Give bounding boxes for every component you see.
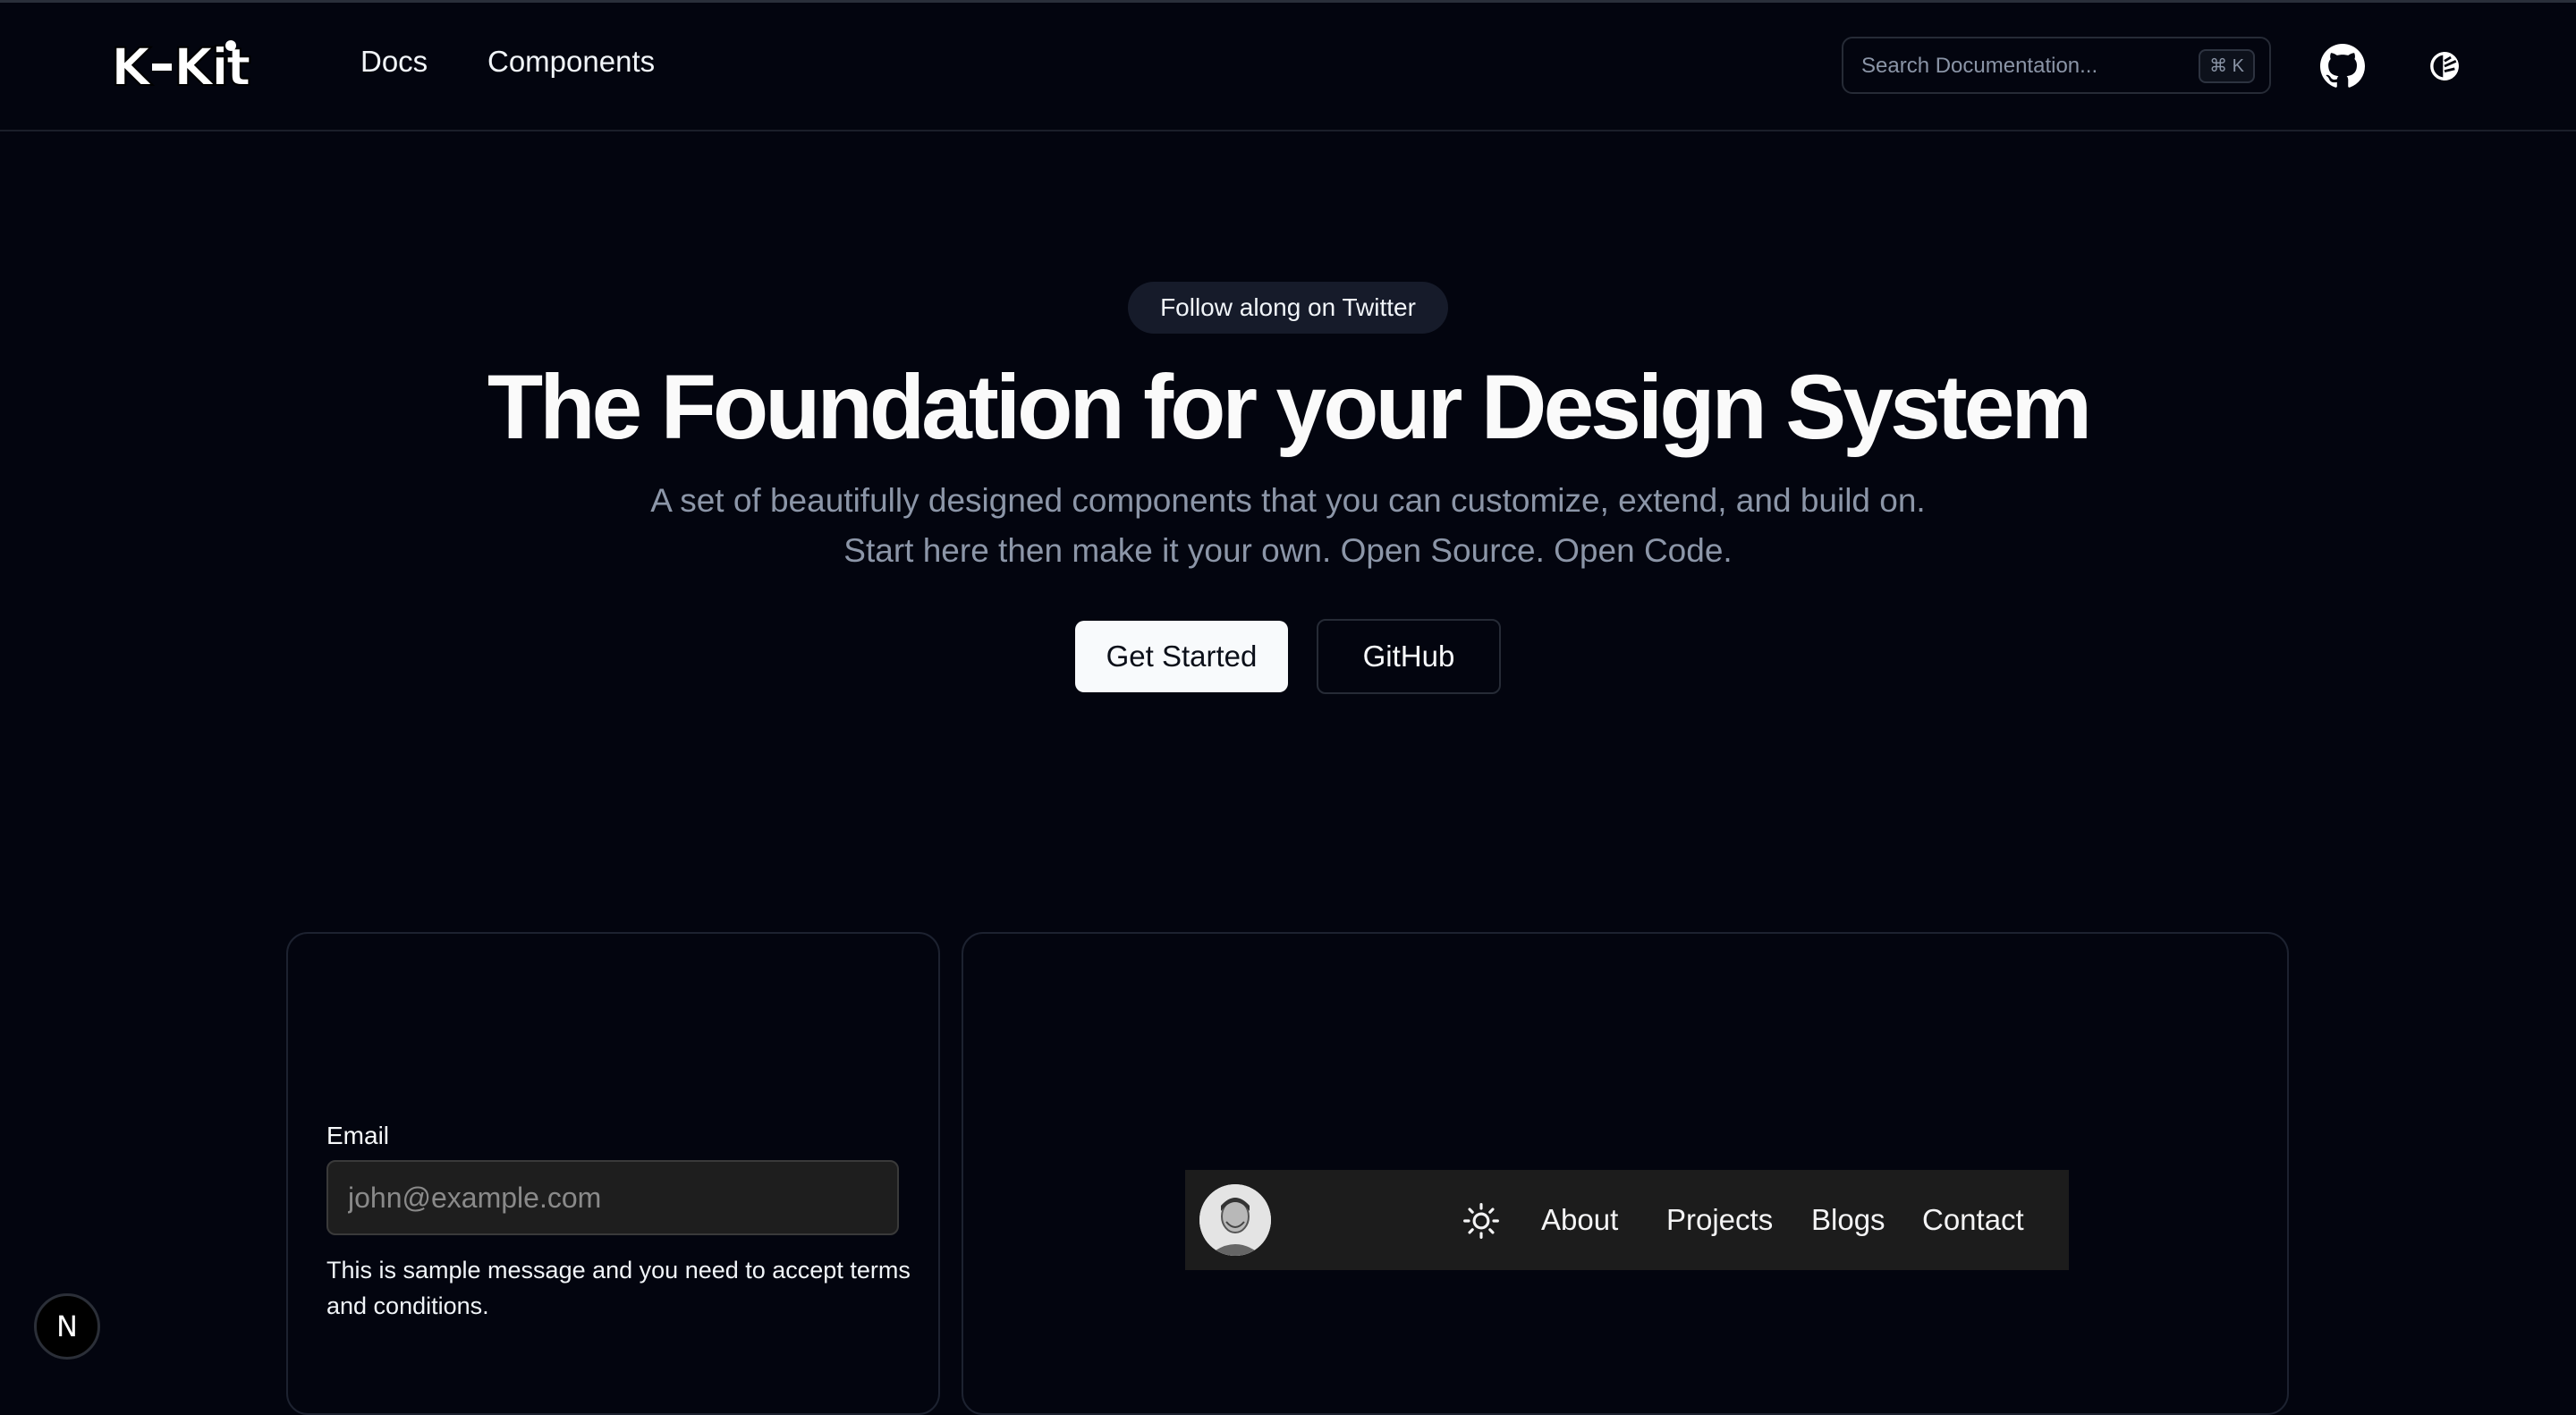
search-shortcut: ⌘ K: [2199, 49, 2255, 83]
search-placeholder: Search Documentation...: [1861, 54, 2098, 78]
theme-toggle-icon[interactable]: [2420, 42, 2469, 90]
twitter-badge[interactable]: Follow along on Twitter: [1128, 282, 1448, 334]
sun-icon[interactable]: [1462, 1202, 1500, 1240]
nav-docs[interactable]: Docs: [360, 44, 428, 80]
site-header: K Kit Docs Components Search Documentati…: [0, 3, 2576, 131]
preview-nav-about[interactable]: About: [1541, 1202, 1618, 1238]
email-help-text: This is sample message and you need to a…: [326, 1257, 911, 1319]
github-button[interactable]: GitHub: [1317, 619, 1501, 694]
preview-nav-blogs[interactable]: Blogs: [1811, 1202, 1885, 1238]
hero-title: The Foundation for your Design System: [487, 356, 2092, 458]
nextjs-dev-badge[interactable]: N: [34, 1293, 100, 1360]
preview-nav-contact[interactable]: Contact: [1922, 1202, 2024, 1238]
preview-navbar: About Projects Blogs Contact: [1185, 1170, 2069, 1270]
hero-subtitle-line2: Start here then make it your own. Open S…: [843, 532, 1733, 569]
preview-card: About Projects Blogs Contact: [962, 932, 2289, 1415]
get-started-button[interactable]: Get Started: [1075, 621, 1288, 692]
search-input[interactable]: Search Documentation... ⌘ K: [1842, 37, 2271, 94]
n-letter: N: [56, 1309, 78, 1343]
github-icon[interactable]: [2318, 42, 2367, 90]
email-field[interactable]: [326, 1160, 899, 1235]
svg-text:K: K: [111, 37, 153, 94]
form-card: Email This is sample message and you nee…: [286, 932, 940, 1415]
nav-components[interactable]: Components: [487, 44, 655, 80]
hero-subtitle-line1: A set of beautifully designed components…: [650, 482, 1926, 519]
svg-text:Kit: Kit: [174, 37, 250, 94]
avatar[interactable]: [1199, 1184, 1271, 1256]
email-label: Email: [326, 1122, 390, 1149]
preview-nav-projects[interactable]: Projects: [1666, 1202, 1773, 1238]
k-kit-logo[interactable]: K Kit: [109, 37, 263, 94]
